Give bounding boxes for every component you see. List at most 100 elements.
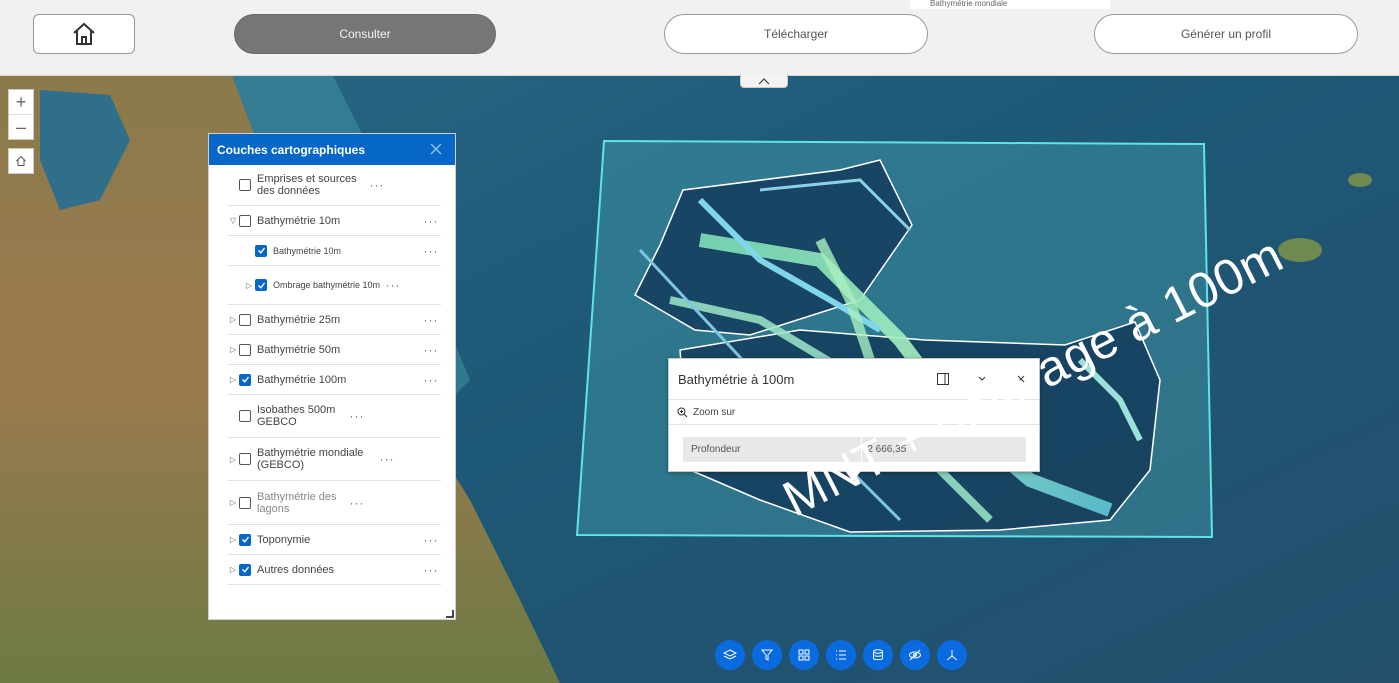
more-options-icon[interactable]: ··· <box>421 244 441 258</box>
more-options-icon[interactable]: ··· <box>421 313 441 327</box>
layer-row[interactable]: ▷ Bathymétrie 50m ··· <box>227 335 441 365</box>
layer-label: Autres données <box>257 563 335 576</box>
expand-right-icon[interactable]: ▷ <box>227 455 239 464</box>
layer-checkbox[interactable] <box>239 373 251 386</box>
collapse-toolbar-button[interactable] <box>740 74 788 88</box>
close-icon <box>430 143 442 155</box>
more-options-icon[interactable]: ··· <box>367 178 387 192</box>
layer-row[interactable]: ▷ Toponymie ··· <box>227 525 441 555</box>
close-panel-button[interactable] <box>427 140 445 158</box>
dock-popup-button[interactable] <box>935 371 951 387</box>
check-icon <box>257 247 265 254</box>
layers-panel-title: Couches cartographiques <box>217 142 366 157</box>
expand-right-icon[interactable]: ▷ <box>227 375 239 384</box>
layer-label: Toponymie <box>257 533 311 546</box>
coordinates-tool-button[interactable] <box>937 640 967 670</box>
layer-row[interactable]: ▷ Ombrage bathymétrie 10m ··· <box>227 266 441 305</box>
bottom-toolbar <box>715 640 974 673</box>
layers-icon <box>723 649 737 660</box>
layer-checkbox[interactable] <box>239 343 251 356</box>
layer-row[interactable]: ▷ Bathymétrie des lagons ··· <box>227 481 441 525</box>
layers-tool-button[interactable] <box>715 640 745 670</box>
layer-checkbox[interactable] <box>239 533 251 546</box>
measure-tool-button[interactable] <box>900 640 930 670</box>
layer-label: Bathymétrie mondiale (GEBCO) <box>257 447 364 471</box>
layer-label: Bathymétrie 50m <box>257 343 341 356</box>
expand-down-icon[interactable]: ▽ <box>227 216 239 225</box>
layer-checkbox[interactable] <box>239 410 251 422</box>
layer-label: Bathymétrie 100m <box>257 373 347 386</box>
layer-checkbox[interactable] <box>255 279 267 291</box>
layer-label: Ombrage bathymétrie 10m <box>273 280 381 290</box>
telecharger-button[interactable]: Télécharger <box>664 14 928 54</box>
home-button[interactable] <box>33 14 135 54</box>
more-options-icon[interactable]: ··· <box>421 373 441 387</box>
generer-profil-button[interactable]: Générer un profil <box>1094 14 1358 54</box>
check-icon <box>241 536 249 543</box>
zoom-controls: + – <box>8 89 34 140</box>
default-extent-button[interactable] <box>8 148 34 174</box>
layer-checkbox[interactable] <box>239 179 251 191</box>
layer-row[interactable]: ▷ Bathymétrie 25m ··· <box>227 305 441 335</box>
more-options-icon[interactable]: ··· <box>421 563 441 577</box>
check-icon <box>241 376 249 383</box>
grid-icon <box>798 649 810 661</box>
check-icon <box>241 566 249 573</box>
layer-checkbox[interactable] <box>239 563 251 576</box>
layer-checkbox[interactable] <box>239 453 251 465</box>
resize-handle[interactable] <box>446 610 454 618</box>
expand-right-icon[interactable]: ▷ <box>243 281 255 290</box>
layers-panel-header: Couches cartographiques <box>209 134 455 165</box>
layer-row[interactable]: ▷ Autres données ··· <box>227 555 441 585</box>
home-icon <box>16 155 26 166</box>
eye-slash-icon <box>909 649 921 661</box>
layer-row[interactable]: Isobathes 500m GEBCO ··· <box>227 395 441 438</box>
expand-right-icon[interactable]: ▷ <box>227 498 239 507</box>
zoom-out-button[interactable]: – <box>9 114 33 139</box>
layer-row[interactable]: Emprises et sources des données ··· <box>227 165 441 206</box>
consulter-button[interactable]: Consulter <box>234 14 496 54</box>
layer-checkbox[interactable] <box>239 496 251 509</box>
top-toolbar: Consulter Télécharger Générer un profil <box>0 0 1399 76</box>
legend-tool-button[interactable] <box>826 640 856 670</box>
filter-tool-button[interactable] <box>752 640 782 670</box>
more-options-icon[interactable]: ··· <box>421 214 441 228</box>
check-icon <box>257 282 265 289</box>
filter-icon <box>760 649 774 661</box>
layer-list: Emprises et sources des données ··· ▽ Bathy… <box>209 165 455 585</box>
more-options-icon[interactable]: ··· <box>347 409 367 423</box>
expand-right-icon[interactable]: ▷ <box>227 565 239 574</box>
layer-checkbox[interactable] <box>239 313 251 326</box>
layer-label: Bathymétrie 10m <box>257 214 341 227</box>
layer-row[interactable]: Bathymétrie 10m ··· <box>227 236 441 266</box>
layer-checkbox[interactable] <box>239 214 251 227</box>
layer-row[interactable]: ▷ Bathymétrie mondiale (GEBCO) ··· <box>227 438 441 481</box>
more-options-icon[interactable]: ··· <box>421 533 441 547</box>
dock-icon <box>937 373 949 385</box>
zoom-in-icon <box>677 407 688 417</box>
home-icon <box>73 22 95 45</box>
database-icon <box>873 649 883 661</box>
more-options-icon[interactable]: ··· <box>377 452 397 466</box>
layer-label: Bathymétrie 10m <box>273 245 342 256</box>
popup-title: Bathymétrie à 100m <box>678 372 795 387</box>
layer-row[interactable]: ▽ Bathymétrie 10m ··· <box>227 206 441 236</box>
layer-label: Bathymétrie 25m <box>257 313 341 326</box>
more-options-icon[interactable]: ··· <box>347 496 367 510</box>
axes-icon <box>946 650 958 661</box>
basemap-tool-button[interactable] <box>789 640 819 670</box>
layer-label: Emprises et sources des données <box>257 173 357 197</box>
more-options-icon[interactable]: ··· <box>421 343 441 357</box>
layer-checkbox[interactable] <box>255 244 267 257</box>
expand-right-icon[interactable]: ▷ <box>227 345 239 354</box>
data-tool-button[interactable] <box>863 640 893 670</box>
expand-right-icon[interactable]: ▷ <box>227 535 239 544</box>
expand-right-icon[interactable]: ▷ <box>227 315 239 324</box>
chevron-up-icon <box>758 77 770 84</box>
more-options-icon[interactable]: ··· <box>383 278 403 292</box>
zoom-in-button[interactable]: + <box>9 90 33 114</box>
list-icon <box>836 650 846 660</box>
layer-row[interactable]: ▷ Bathymétrie 100m ··· <box>227 365 441 395</box>
layer-label: Isobathes 500m GEBCO <box>257 404 336 428</box>
zoom-to-label: Zoom sur <box>693 406 736 418</box>
